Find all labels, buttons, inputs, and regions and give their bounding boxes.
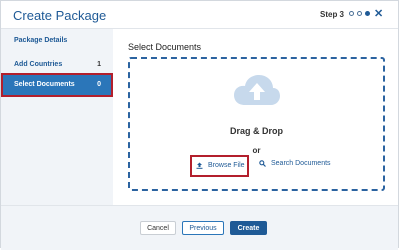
close-icon[interactable]: ✕ — [374, 7, 383, 20]
create-button[interactable]: Create — [230, 221, 267, 235]
or-separator: or — [252, 146, 261, 155]
browse-file-label: Browse File — [208, 162, 245, 169]
dialog-title: Create Package — [13, 8, 107, 23]
dialog-header: Create Package Step 3 ✕ — [1, 1, 398, 29]
drag-drop-text: Drag & Drop — [229, 126, 283, 136]
previous-button[interactable]: Previous — [182, 221, 224, 235]
browse-file-button[interactable]: Browse File — [190, 155, 249, 177]
step-dot-3 — [365, 11, 370, 16]
sidebar-item-label: Package Details — [14, 37, 68, 44]
cancel-button[interactable]: Cancel — [140, 221, 176, 235]
step-dot-1 — [349, 11, 354, 16]
search-icon — [259, 160, 266, 167]
sidebar-item-count: 0 — [97, 81, 101, 88]
sidebar-item-label: Add Countries — [14, 61, 63, 68]
sidebar-item-label: Select Documents — [14, 81, 75, 88]
search-documents-label: Search Documents — [271, 160, 331, 167]
sidebar-item-package-details[interactable]: Package Details — [1, 29, 113, 53]
wizard-sidebar: Package Details Add Countries 1 Select D… — [1, 29, 113, 205]
step-indicator-label: Step 3 — [320, 10, 345, 19]
page-title: Select Documents — [128, 42, 202, 52]
upload-icon — [196, 162, 203, 169]
file-dropzone[interactable]: Drag & Drop or Browse File Search Docume… — [128, 57, 385, 191]
dialog-footer: Cancel Previous Create — [1, 205, 398, 250]
create-package-dialog: Create Package Step 3 ✕ Package Details … — [0, 0, 399, 250]
cloud-upload-icon — [234, 75, 280, 105]
step-dot-2 — [357, 11, 362, 16]
sidebar-item-count: 1 — [97, 61, 101, 68]
sidebar-item-select-documents[interactable]: Select Documents 0 — [1, 73, 113, 97]
